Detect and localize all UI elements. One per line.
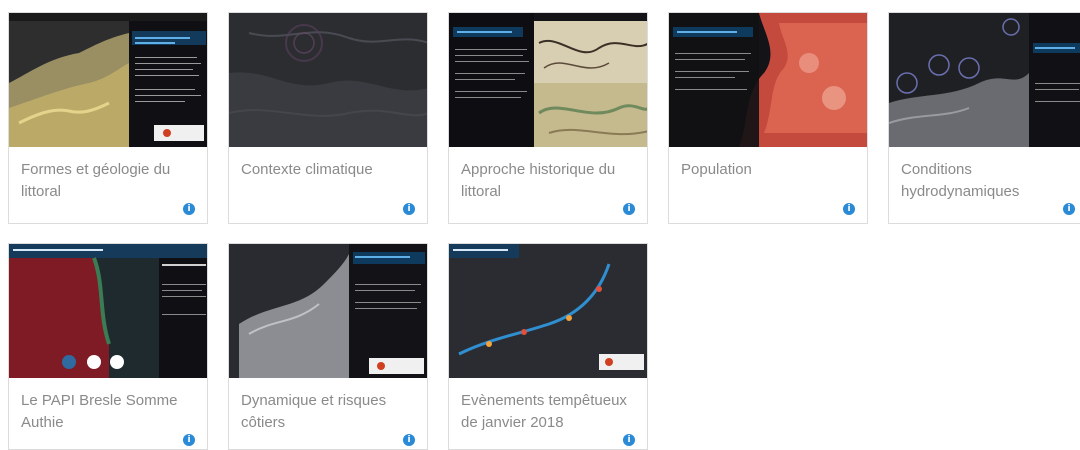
card-thumbnail[interactable] xyxy=(229,13,427,147)
card-thumbnail[interactable] xyxy=(889,13,1080,147)
thumbnail-image xyxy=(449,13,647,147)
card-caption[interactable]: Conditions hydrodynamiques i xyxy=(889,147,1080,223)
story-card-contexte-climatique[interactable]: Contexte climatique i xyxy=(228,12,428,224)
story-card-formes-geologie[interactable]: Formes et géologie du littoral i xyxy=(8,12,208,224)
thumbnail-image xyxy=(889,13,1080,147)
card-title[interactable]: Evènements tempêtueux de janvier 2018 xyxy=(461,392,627,431)
story-card-approche-historique[interactable]: Approche historique du littoral i xyxy=(448,12,648,224)
card-thumbnail[interactable] xyxy=(9,244,207,378)
card-title[interactable]: Le PAPI Bresle Somme Authie xyxy=(21,392,177,431)
info-icon[interactable]: i xyxy=(183,434,195,446)
card-title[interactable]: Contexte climatique xyxy=(241,161,373,178)
card-thumbnail[interactable] xyxy=(449,13,647,147)
thumbnail-image xyxy=(9,13,207,147)
story-card-dynamique-risques[interactable]: Dynamique et risques côtiers i xyxy=(228,243,428,450)
thumbnail-image xyxy=(449,244,647,378)
card-title[interactable]: Formes et géologie du littoral xyxy=(21,161,170,200)
thumbnail-image xyxy=(9,244,207,378)
info-icon[interactable]: i xyxy=(403,434,415,446)
info-icon[interactable]: i xyxy=(403,203,415,215)
info-icon[interactable]: i xyxy=(623,203,635,215)
card-caption[interactable]: Le PAPI Bresle Somme Authie i xyxy=(9,378,207,449)
card-title[interactable]: Conditions hydrodynamiques xyxy=(901,161,1019,200)
thumbnail-image xyxy=(229,244,427,378)
story-card-papi-bresle[interactable]: Le PAPI Bresle Somme Authie i xyxy=(8,243,208,450)
card-thumbnail[interactable] xyxy=(669,13,867,147)
card-title[interactable]: Dynamique et risques côtiers xyxy=(241,392,386,431)
thumbnail-image xyxy=(229,13,427,147)
card-caption[interactable]: Dynamique et risques côtiers i xyxy=(229,378,427,449)
thumbnail-image xyxy=(669,13,867,147)
card-thumbnail[interactable] xyxy=(449,244,647,378)
card-caption[interactable]: Approche historique du littoral i xyxy=(449,147,647,223)
card-thumbnail[interactable] xyxy=(9,13,207,147)
card-caption[interactable]: Formes et géologie du littoral i xyxy=(9,147,207,223)
card-title[interactable]: Approche historique du littoral xyxy=(461,161,615,200)
card-caption[interactable]: Evènements tempêtueux de janvier 2018 i xyxy=(449,378,647,449)
card-caption[interactable]: Contexte climatique i xyxy=(229,147,427,223)
card-title[interactable]: Population xyxy=(681,161,752,178)
info-icon[interactable]: i xyxy=(1063,203,1075,215)
story-card-evenements-tempetueux[interactable]: Evènements tempêtueux de janvier 2018 i xyxy=(448,243,648,450)
info-icon[interactable]: i xyxy=(843,203,855,215)
info-icon[interactable]: i xyxy=(623,434,635,446)
card-caption[interactable]: Population i xyxy=(669,147,867,223)
story-card-conditions-hydrodynamiques[interactable]: Conditions hydrodynamiques i xyxy=(888,12,1080,224)
story-card-population[interactable]: Population i xyxy=(668,12,868,224)
card-thumbnail[interactable] xyxy=(229,244,427,378)
info-icon[interactable]: i xyxy=(183,203,195,215)
